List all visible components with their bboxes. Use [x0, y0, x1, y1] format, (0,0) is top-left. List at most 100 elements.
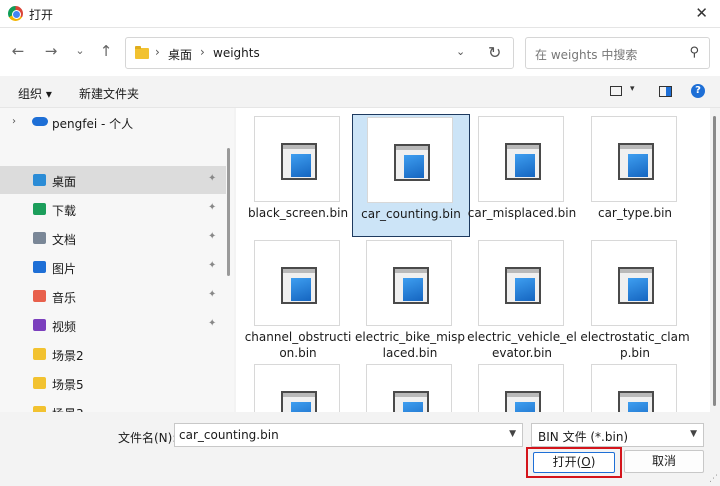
sidebar-item-label: 场景3 — [52, 405, 84, 412]
sidebar-item[interactable]: 场景3 — [0, 398, 226, 412]
pin-icon: ✦ — [208, 202, 217, 213]
dialog-footer: 文件名(N): car_counting.bin ▼ BIN 文件 (*.bin… — [0, 412, 720, 486]
help-icon[interactable]: ? — [691, 84, 705, 98]
open-accesskey: O — [581, 455, 591, 469]
file-list: black_screen.bin car_counting.bin car_misp… — [236, 108, 710, 412]
document-icon — [33, 232, 46, 244]
sidebar-item[interactable]: 文档 ✦ — [0, 224, 226, 252]
chrome-icon — [8, 6, 23, 21]
file-thumbnail — [478, 116, 564, 202]
file-thumbnail — [254, 240, 340, 326]
sidebar-item[interactable]: 视频 ✦ — [0, 311, 226, 339]
sidebar-scrollbar[interactable] — [227, 148, 230, 276]
file-item[interactable] — [352, 362, 470, 412]
file-item[interactable]: electrostatic_clamp.bin — [577, 238, 695, 361]
navigation-bar: ← → ⌄ ↑ › 桌面 › weights ⌄ ↻ 在 weights 中搜索… — [0, 28, 720, 76]
view-dropdown-icon[interactable]: ▾ — [630, 84, 635, 94]
new-folder-button[interactable]: 新建文件夹 — [79, 85, 139, 102]
breadcrumb-desktop[interactable]: 桌面 — [168, 46, 192, 63]
refresh-icon[interactable]: ↻ — [488, 43, 501, 62]
chevron-down-icon[interactable]: ▼ — [509, 429, 516, 439]
file-item[interactable] — [464, 362, 582, 412]
file-name: car_counting.bin — [361, 207, 461, 221]
recent-locations-button[interactable]: ⌄ — [71, 44, 89, 64]
breadcrumb-separator: › — [200, 45, 205, 59]
file-thumbnail — [254, 364, 340, 412]
forward-button[interactable]: → — [42, 42, 60, 62]
folder-icon — [135, 46, 149, 59]
file-name: channel_obstruction.bin — [244, 330, 352, 360]
address-bar[interactable]: › 桌面 › weights ⌄ ↻ — [125, 37, 514, 69]
sidebar-item[interactable]: 场景2 — [0, 340, 226, 368]
binary-file-icon — [618, 267, 654, 304]
file-name: electric_bike_misplaced.bin — [354, 330, 465, 360]
back-button[interactable]: ← — [9, 42, 27, 62]
file-name: electrostatic_clamp.bin — [580, 330, 690, 360]
sidebar-item-label: 音乐 — [52, 291, 77, 305]
filename-value[interactable]: car_counting.bin — [179, 428, 279, 442]
up-button[interactable]: ↑ — [97, 42, 115, 62]
close-icon[interactable]: ✕ — [695, 4, 708, 22]
file-item[interactable]: channel_obstruction.bin — [240, 238, 358, 361]
pin-icon: ✦ — [208, 231, 217, 242]
file-thumbnail — [254, 116, 340, 202]
file-item[interactable]: black_screen.bin — [240, 114, 358, 237]
file-item[interactable]: car_misplaced.bin — [464, 114, 582, 237]
file-item[interactable]: car_counting.bin — [352, 114, 470, 237]
pin-icon: ✦ — [208, 318, 217, 329]
sidebar-item[interactable]: 音乐 ✦ — [0, 282, 226, 310]
binary-file-icon — [618, 143, 654, 180]
sidebar-item[interactable]: 桌面 ✦ — [0, 166, 226, 194]
sidebar-item-label: 场景5 — [52, 378, 84, 392]
scrollbar-thumb[interactable] — [713, 116, 716, 406]
window-title: 打开 — [29, 8, 54, 22]
picture-icon — [33, 261, 46, 273]
sidebar-item-label: 下载 — [52, 204, 77, 218]
view-mode-icon[interactable] — [610, 86, 622, 96]
sidebar-item-onedrive[interactable]: › pengfei - 个人 — [0, 108, 226, 136]
binary-file-icon — [393, 267, 429, 304]
file-item[interactable]: electric_vehicle_elevator.bin — [464, 238, 582, 361]
expand-icon[interactable]: › — [12, 116, 16, 127]
search-box[interactable]: 在 weights 中搜索 ⚲ — [525, 37, 710, 69]
file-item[interactable]: electric_bike_misplaced.bin — [352, 238, 470, 361]
sidebar-item-label: 视频 — [52, 320, 77, 334]
video-icon — [33, 319, 46, 331]
file-name: car_type.bin — [597, 206, 673, 220]
file-thumbnail — [478, 240, 564, 326]
filename-label: 文件名(N): — [118, 431, 177, 445]
sidebar-item-label: 桌面 — [52, 175, 77, 189]
pin-icon: ✦ — [208, 173, 217, 184]
sidebar-item-label: 图片 — [52, 262, 77, 276]
file-type-select[interactable]: BIN 文件 (*.bin) ▼ — [531, 423, 704, 447]
open-button[interactable]: 打开(O) — [533, 452, 615, 473]
organize-menu[interactable]: 组织 ▾ — [18, 85, 52, 102]
cancel-button[interactable]: 取消 — [624, 450, 704, 473]
pin-icon: ✦ — [208, 260, 217, 271]
breadcrumb-weights[interactable]: weights — [213, 46, 260, 60]
sidebar-item[interactable]: 图片 ✦ — [0, 253, 226, 281]
file-thumbnail — [591, 364, 677, 412]
file-thumbnail — [367, 117, 453, 203]
search-input[interactable]: 在 weights 中搜索 — [535, 46, 637, 63]
breadcrumb-separator: › — [155, 45, 160, 59]
file-list-scrollbar[interactable] — [711, 108, 720, 412]
file-thumbnail — [478, 364, 564, 412]
filename-field[interactable]: car_counting.bin ▼ — [174, 423, 523, 447]
preview-pane-icon[interactable] — [659, 86, 672, 97]
file-thumbnail — [366, 364, 452, 412]
sidebar-item[interactable]: 下载 ✦ — [0, 195, 226, 223]
search-icon[interactable]: ⚲ — [689, 45, 699, 60]
pin-icon: ✦ — [208, 289, 217, 300]
title-bar: 打开 ✕ — [0, 0, 720, 28]
file-item[interactable] — [577, 362, 695, 412]
binary-file-icon — [281, 267, 317, 304]
desktop-icon — [33, 174, 46, 186]
file-item[interactable] — [240, 362, 358, 412]
address-dropdown-icon[interactable]: ⌄ — [456, 45, 465, 58]
resize-grip-icon[interactable]: ⋰ — [709, 474, 718, 484]
file-item[interactable]: car_type.bin — [577, 114, 695, 237]
chevron-down-icon[interactable]: ▼ — [690, 429, 697, 439]
sidebar-item[interactable]: 场景5 — [0, 369, 226, 397]
binary-file-icon — [281, 143, 317, 180]
